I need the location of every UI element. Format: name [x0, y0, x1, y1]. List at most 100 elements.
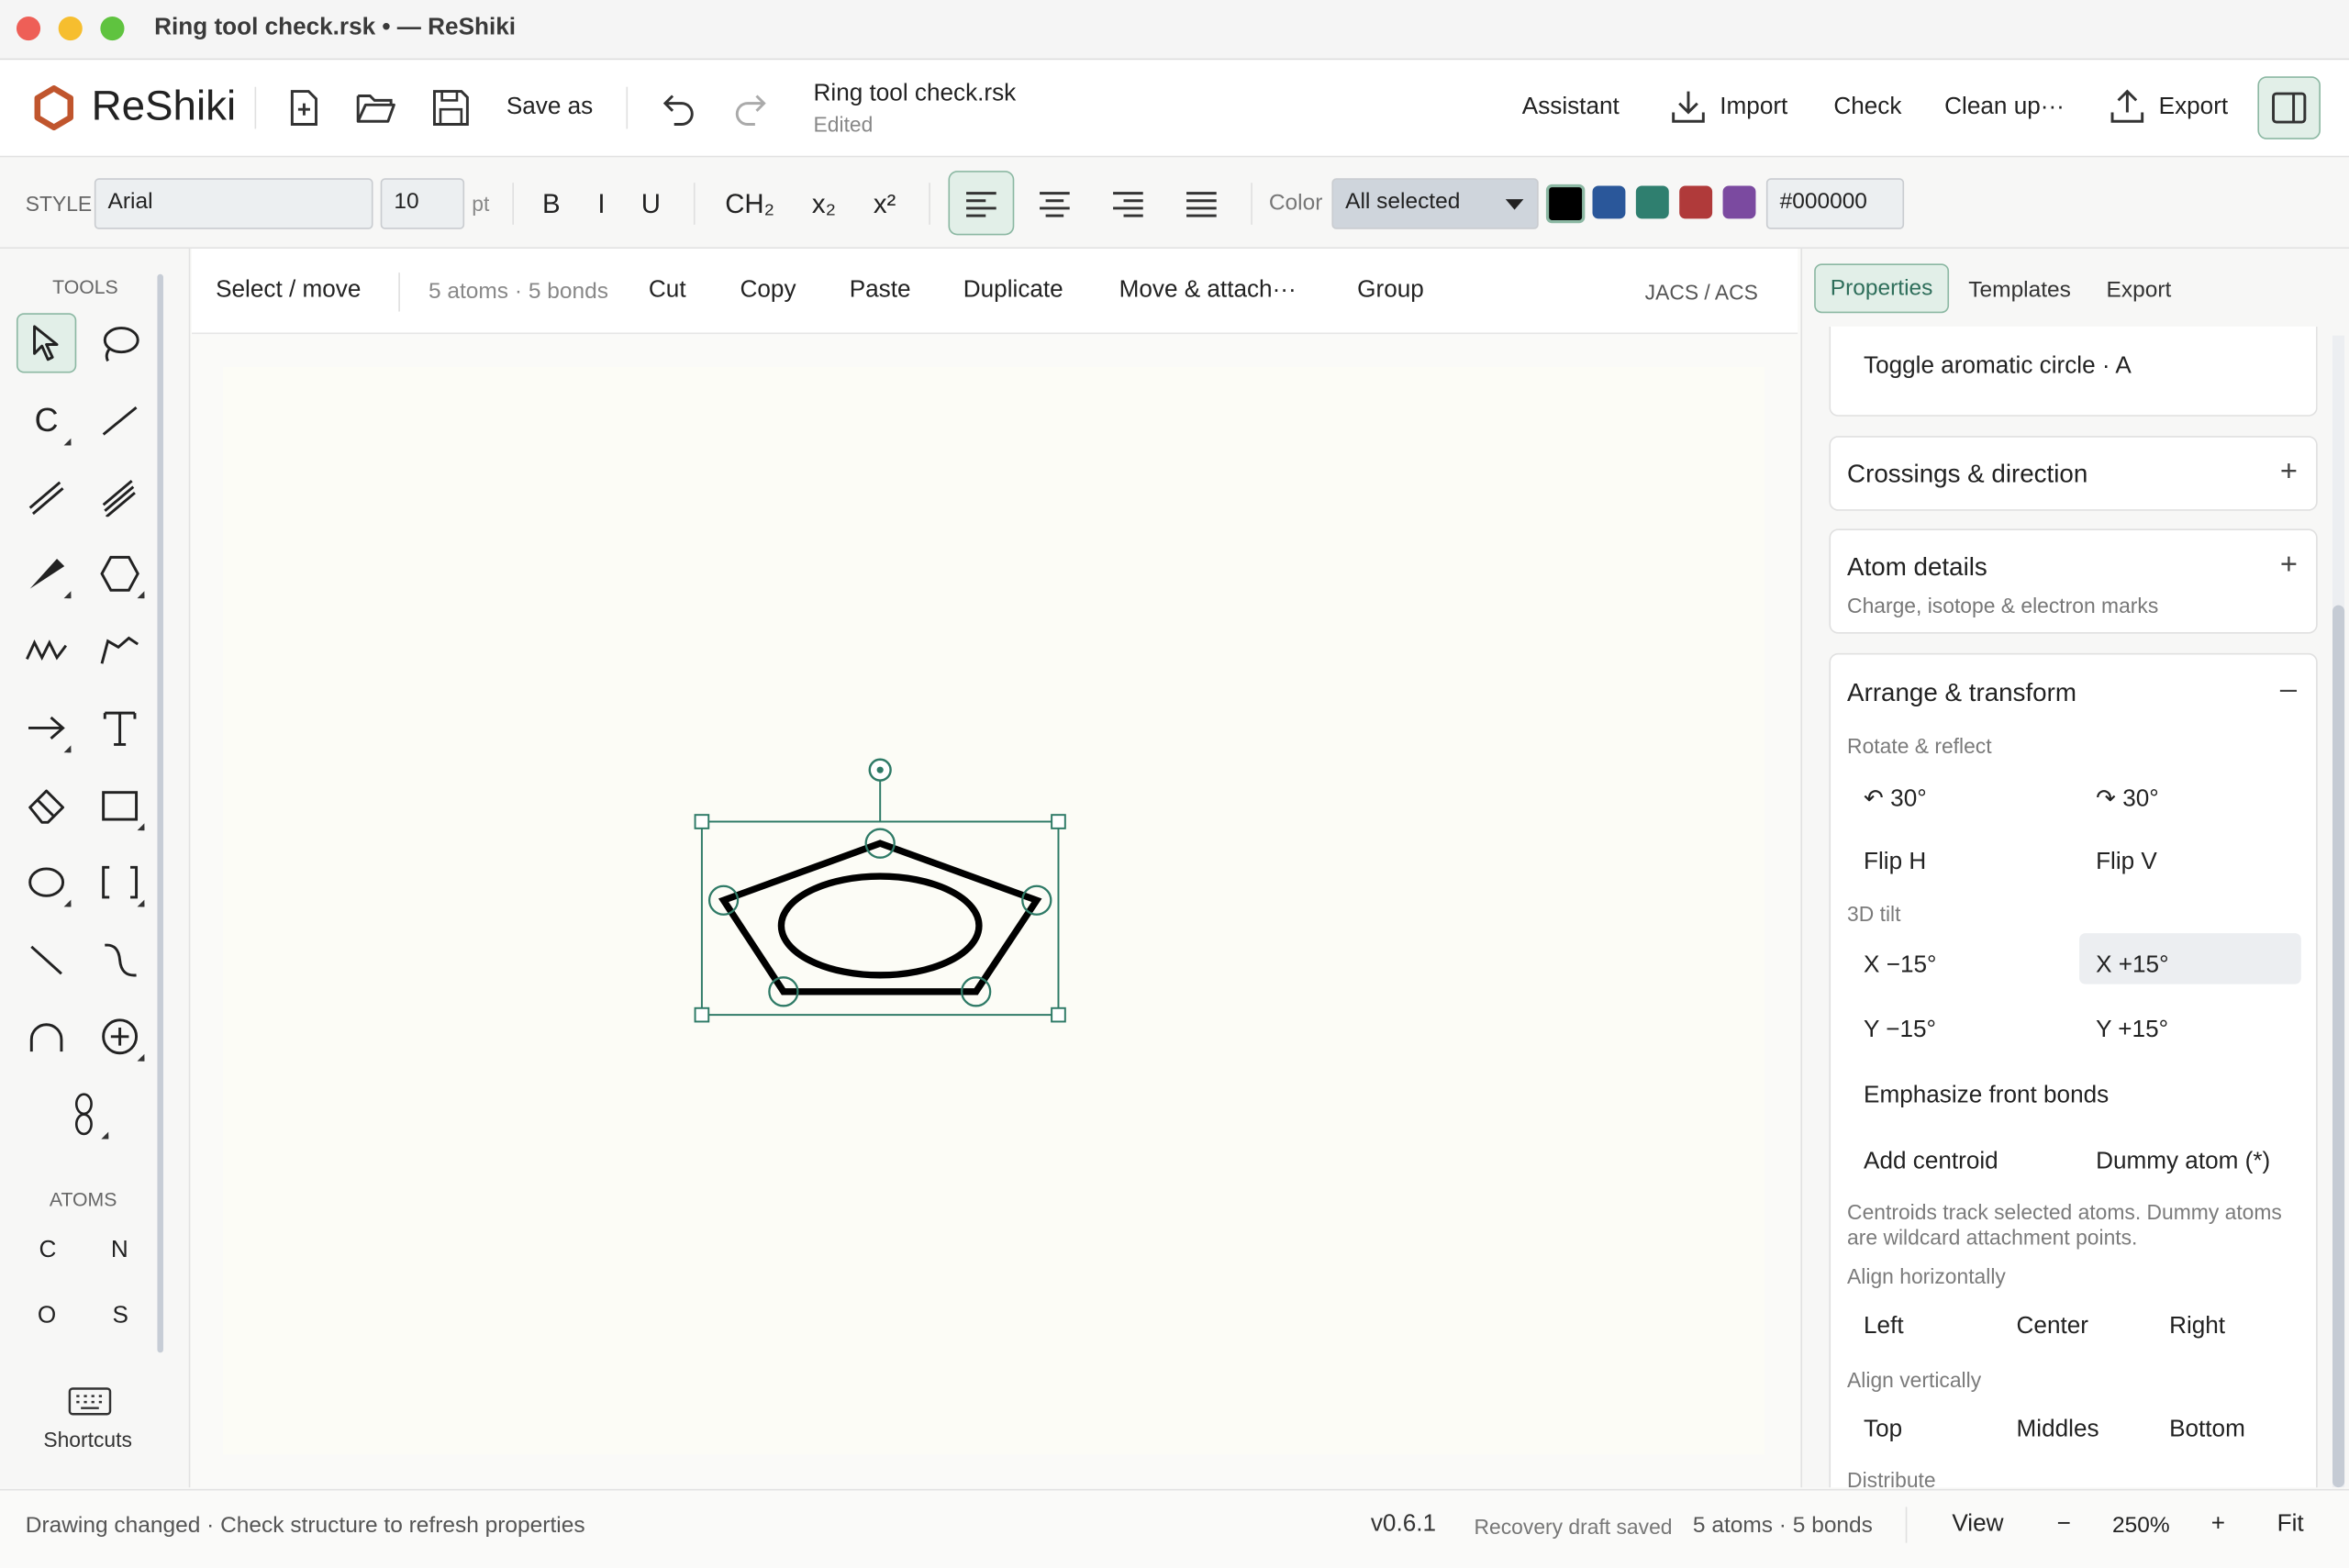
font-family-field[interactable]: Arial — [94, 178, 373, 229]
tab-properties[interactable]: Properties — [1814, 263, 1950, 314]
atom-oxygen-button[interactable]: O — [38, 1303, 56, 1329]
curve-tool[interactable] — [90, 930, 150, 990]
export-icon[interactable] — [2108, 87, 2146, 126]
select-tool[interactable] — [16, 313, 77, 373]
tab-export[interactable]: Export — [2107, 277, 2172, 303]
bracket-tool[interactable] — [90, 852, 150, 912]
align-left-button[interactable] — [948, 171, 1015, 236]
chain-tool[interactable] — [17, 620, 76, 680]
align-right-icon[interactable] — [1111, 190, 1144, 217]
align-middles-button[interactable]: Middles — [2017, 1417, 2099, 1443]
import-button[interactable]: Import — [1720, 95, 1787, 121]
hex-color-field[interactable]: #000000 — [1765, 178, 1905, 229]
italic-button[interactable]: I — [597, 189, 605, 220]
formula-button[interactable]: CH₂ — [725, 189, 774, 220]
align-top-button[interactable]: Top — [1864, 1417, 1902, 1443]
assistant-button[interactable]: Assistant — [1522, 95, 1620, 121]
keyboard-icon[interactable] — [67, 1385, 112, 1418]
fit-button[interactable]: Fit — [2277, 1511, 2304, 1538]
align-right-button[interactable]: Right — [2169, 1314, 2225, 1340]
atom-details-section[interactable]: Atom details Charge, isotope & electron … — [1829, 528, 2318, 634]
close-window-button[interactable] — [16, 16, 41, 41]
rotate-cw-button[interactable]: ↷ 30° — [2096, 784, 2159, 814]
minimize-window-button[interactable] — [58, 16, 83, 41]
zoom-out-button[interactable]: − — [2057, 1511, 2071, 1538]
superscript-button[interactable]: x² — [874, 189, 896, 220]
align-center-button[interactable]: Center — [2017, 1314, 2088, 1340]
view-menu[interactable]: View — [1952, 1511, 2003, 1538]
flip-v-button[interactable]: Flip V — [2096, 850, 2157, 876]
align-bottom-button[interactable]: Bottom — [2169, 1417, 2245, 1443]
rotate-ccw-button[interactable]: ↶ 30° — [1864, 784, 1927, 814]
align-center-icon[interactable] — [1038, 190, 1071, 217]
orbital-tool[interactable] — [54, 1084, 114, 1144]
text-tool[interactable] — [90, 698, 150, 758]
zoom-level[interactable]: 250% — [2112, 1513, 2170, 1539]
swatch-red[interactable] — [1679, 185, 1713, 219]
tab-templates[interactable]: Templates — [1968, 277, 2071, 303]
single-bond-tool[interactable] — [90, 391, 150, 450]
save-icon[interactable] — [431, 88, 470, 127]
arc-tool[interactable] — [17, 1006, 76, 1066]
crossings-section[interactable]: Crossings & direction + — [1829, 436, 2318, 511]
import-icon[interactable] — [1669, 87, 1708, 126]
tool-panel-scrollbar[interactable] — [157, 273, 163, 1353]
bold-button[interactable]: B — [542, 189, 561, 220]
export-button[interactable]: Export — [2159, 95, 2229, 121]
panel-scrollbar-track[interactable] — [2332, 335, 2345, 1488]
open-folder-icon[interactable] — [355, 90, 397, 126]
tilt-x-minus-button[interactable]: X −15° — [1864, 952, 1936, 979]
swatch-purple[interactable] — [1722, 185, 1756, 219]
paste-button[interactable]: Paste — [850, 277, 911, 304]
arrow-tool[interactable] — [17, 698, 76, 758]
underline-button[interactable]: U — [641, 189, 661, 220]
add-centroid-button[interactable]: Add centroid — [1864, 1149, 1998, 1175]
freeform-tool[interactable] — [90, 620, 150, 680]
charge-tool[interactable] — [90, 1006, 150, 1066]
expand-plus-icon[interactable]: + — [2280, 549, 2298, 584]
cut-button[interactable]: Cut — [649, 277, 686, 304]
duplicate-button[interactable]: Duplicate — [963, 277, 1063, 304]
copy-button[interactable]: Copy — [740, 277, 796, 304]
atom-sulfur-button[interactable]: S — [112, 1303, 128, 1329]
ellipse-tool[interactable] — [17, 852, 76, 912]
justify-icon[interactable] — [1185, 190, 1218, 217]
new-file-icon[interactable] — [286, 88, 322, 127]
zoom-in-button[interactable]: + — [2211, 1511, 2225, 1538]
rectangle-tool[interactable] — [90, 776, 150, 836]
eraser-tool[interactable] — [17, 776, 76, 836]
shortcuts-button[interactable]: Shortcuts — [43, 1428, 132, 1451]
tilt-x-plus-button[interactable]: X +15° — [2096, 952, 2168, 979]
molecule-drawing[interactable] — [223, 367, 1765, 1454]
toggle-aromatic-button[interactable]: Toggle aromatic circle · A — [1864, 353, 2132, 380]
check-button[interactable]: Check — [1833, 95, 1901, 121]
atom-carbon-button[interactable]: C — [39, 1238, 56, 1264]
ring-tool[interactable] — [90, 544, 150, 604]
collapse-minus-icon[interactable]: – — [2280, 673, 2297, 707]
carbon-chain-tool[interactable]: C — [17, 391, 76, 450]
swatch-teal[interactable] — [1635, 185, 1669, 219]
font-size-field[interactable]: 10 — [380, 178, 465, 229]
toggle-panel-button[interactable] — [2257, 76, 2321, 139]
select-move-mode[interactable]: Select / move — [216, 277, 361, 304]
style-standard-select[interactable]: JACS / ACS — [1645, 280, 1758, 304]
save-as-button[interactable]: Save as — [507, 95, 593, 121]
wedge-bond-tool[interactable] — [17, 544, 76, 604]
swatch-blue[interactable] — [1592, 185, 1626, 219]
redo-icon[interactable] — [732, 90, 768, 126]
atom-nitrogen-button[interactable]: N — [111, 1238, 128, 1264]
color-scope-select[interactable]: All selected — [1331, 178, 1539, 229]
tilt-y-minus-button[interactable]: Y −15° — [1864, 1018, 1936, 1044]
double-bond-tool[interactable] — [17, 467, 76, 527]
tilt-y-plus-button[interactable]: Y +15° — [2096, 1018, 2168, 1044]
flip-h-button[interactable]: Flip H — [1864, 850, 1926, 876]
expand-plus-icon[interactable]: + — [2280, 455, 2298, 490]
triple-bond-tool[interactable] — [90, 467, 150, 527]
emphasize-front-bonds-button[interactable]: Emphasize front bonds — [1864, 1083, 2109, 1109]
panel-scrollbar-thumb[interactable] — [2332, 605, 2345, 1488]
clean-up-button[interactable]: Clean up··· — [1944, 95, 2065, 121]
undo-icon[interactable] — [661, 90, 696, 126]
lasso-tool[interactable] — [90, 313, 150, 373]
dummy-atom-button[interactable]: Dummy atom (*) — [2096, 1149, 2270, 1175]
group-button[interactable]: Group — [1357, 277, 1424, 304]
